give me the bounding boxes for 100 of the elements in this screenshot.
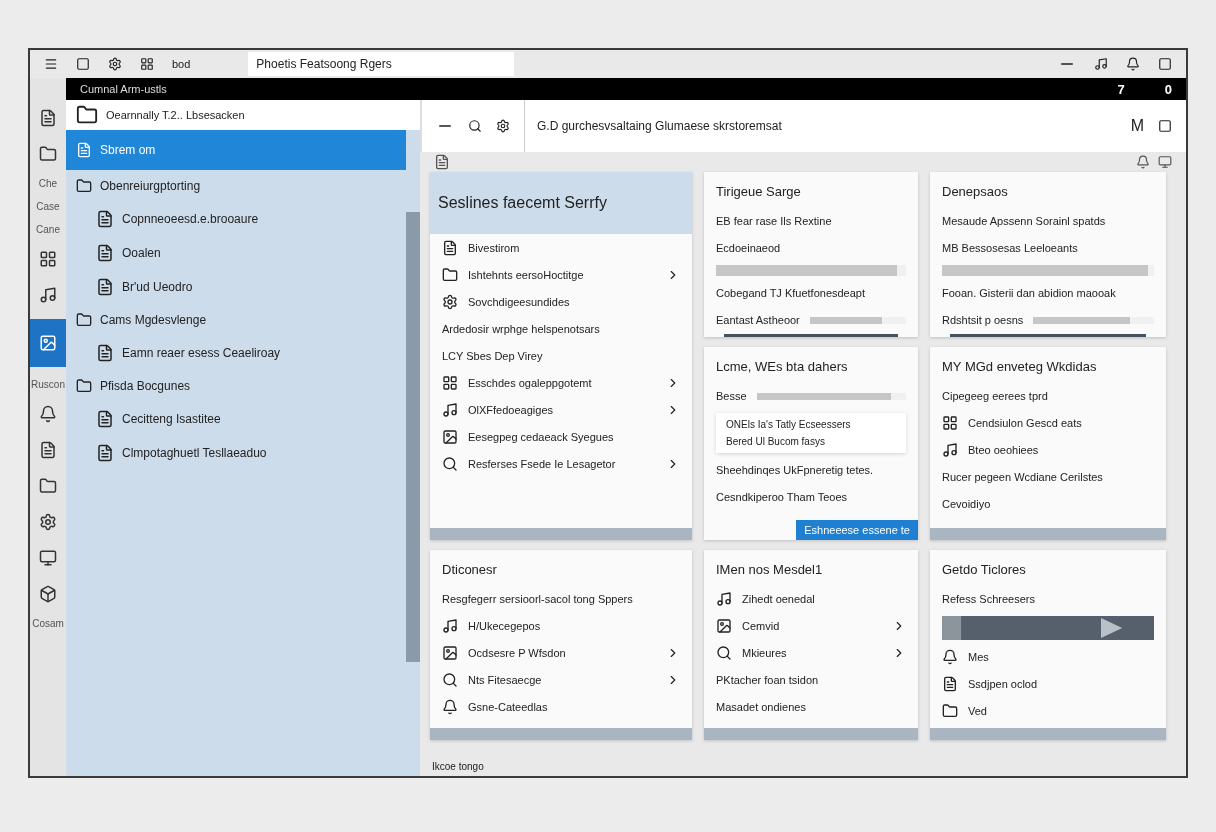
search-icon: [442, 456, 458, 472]
item-text: EB fear rase Ils Rextine: [716, 215, 832, 227]
item-text: Ecdoeinaeod: [716, 242, 781, 254]
item-label[interactable]: Ishtehnts eersoHoctitge: [468, 269, 584, 281]
item-label[interactable]: Mes: [968, 651, 989, 663]
rail-label: Ruscon: [31, 379, 65, 390]
item-label[interactable]: Cendsiulon Gescd eats: [968, 417, 1082, 429]
sidebar-item[interactable]: Eamn reaer esess Ceaeliroay: [66, 336, 406, 370]
title-field[interactable]: Phoetis Featsoong Rgers: [248, 52, 515, 76]
card-title: Lcme, WEs bta dahers: [716, 359, 848, 374]
item-text: Sheehdinqes UkFpneretig tetes.: [716, 464, 874, 476]
item-text: Mesaude Apssenn Sorainl spatds: [942, 215, 1106, 227]
grid-icon[interactable]: [140, 57, 154, 71]
sidebar-item[interactable]: Clmpotaghuetl Tesllaeaduo: [66, 436, 406, 470]
item-text: LCY Sbes Dep Virey: [442, 350, 543, 362]
item-text: Ardedosir wrphge helspenotsars: [442, 323, 600, 335]
panel-icon[interactable]: [1158, 119, 1172, 133]
strip-title: Cumnal Arm-ustls: [80, 83, 167, 95]
note-icon[interactable]: [1094, 57, 1108, 71]
item-label[interactable]: Sovchdigeesundides: [468, 296, 570, 308]
image-icon: [442, 645, 458, 661]
sidebar-item[interactable]: Obenreiurgptorting: [66, 170, 406, 202]
sidebar-item[interactable]: Copnneoeesd.e.brooaure: [66, 202, 406, 236]
item-label[interactable]: Mkieures: [742, 647, 787, 659]
cube-icon: [39, 585, 57, 603]
item-label[interactable]: Bteo oeohiees: [968, 444, 1039, 456]
settings-icon[interactable]: [496, 119, 510, 133]
music-note-icon: [716, 591, 732, 607]
strip-text: 0: [1164, 81, 1172, 97]
document-icon[interactable]: [434, 154, 450, 170]
bell-icon[interactable]: [1126, 57, 1140, 71]
maximize-icon[interactable]: [1158, 57, 1172, 71]
settings-icon: [39, 513, 57, 531]
item-label[interactable]: Cemvid: [742, 620, 780, 632]
music-note-icon: [39, 286, 57, 304]
sidebar-item[interactable]: Pfisda Bocgunes: [66, 370, 406, 402]
document-icon: [942, 676, 958, 692]
item-text: Fooan. Gisterii dan abidion maooak: [942, 287, 1116, 299]
bell-icon[interactable]: [1136, 155, 1150, 169]
item-text: PKtacher foan tsidon: [716, 674, 819, 686]
item-label[interactable]: H/Ukecegepos: [468, 620, 541, 632]
image-icon: [442, 429, 458, 445]
item-label[interactable]: Ocdsesre P Wfsdon: [468, 647, 566, 659]
document-icon: [96, 244, 114, 262]
document-icon: [442, 240, 458, 256]
info-text: Bered Ul Bucom fasys: [726, 436, 826, 447]
document-icon: [96, 344, 114, 362]
folder-icon: [39, 145, 57, 163]
search-icon: [442, 672, 458, 688]
sidebar-item[interactable]: Cecitteng Isastitee: [66, 402, 406, 436]
music-note-icon: [442, 402, 458, 418]
action-button[interactable]: Eshneeese essene te: [796, 520, 918, 540]
item-text: Besse: [716, 390, 747, 402]
address-field[interactable]: G.D gurchesvsaltaing Glumaese skrstoremsat: [524, 100, 1117, 152]
sidebar-item[interactable]: Sbrem om: [66, 130, 406, 170]
folder-icon: [442, 267, 458, 283]
card-title: Seslines faecemt Serrfy: [438, 194, 607, 212]
item-label[interactable]: OlXFfedoeagiges: [468, 404, 553, 416]
menu-icon[interactable]: [44, 57, 58, 71]
sidebar-item[interactable]: Ooalen: [66, 236, 406, 270]
settings-icon: [442, 294, 458, 310]
folder-icon: [942, 703, 958, 719]
document-icon: [96, 410, 114, 428]
card-title: Tirigeue Sarge: [716, 184, 801, 199]
bell-icon: [442, 699, 458, 715]
card-title: Dticonesr: [442, 562, 497, 577]
item-text: Rdshtsit p oesns: [942, 314, 1024, 326]
card-title: Getdo Ticlores: [942, 562, 1026, 577]
item-label[interactable]: Esschdes ogaleppgotemt: [468, 377, 592, 389]
item-label[interactable]: Eesegpeg cedaeack Syegues: [468, 431, 614, 443]
grid-icon: [39, 250, 57, 268]
item-text: Cesndkiperoo Tham Teoes: [716, 491, 848, 503]
strip-text: 7: [1117, 81, 1125, 97]
document-icon: [39, 441, 57, 459]
sidebar-item[interactable]: Cams Mgdesvlenge: [66, 304, 406, 336]
scrollbar[interactable]: [406, 212, 420, 662]
sidebar-item[interactable]: Br'ud Ueodro: [66, 270, 406, 304]
item-label[interactable]: Zihedt oenedal: [742, 593, 815, 605]
item-label[interactable]: Ssdjpen oclod: [968, 678, 1038, 690]
bell-icon: [942, 649, 958, 665]
item-label[interactable]: Resferses Fsede Ie Lesagetor: [468, 458, 616, 470]
item-text: Refess Schreesers: [942, 593, 1035, 605]
item-text: Resgfegerr sersioorl-sacol tong Sppers: [442, 593, 633, 605]
music-note-icon: [442, 618, 458, 634]
item-text: Eantast Astheoor: [716, 314, 800, 326]
card-title: IMen nos Mesdel1: [716, 562, 823, 577]
item-label[interactable]: Nts Fitesaecge: [468, 674, 542, 686]
monitor-icon[interactable]: [1158, 155, 1172, 169]
settings-icon[interactable]: [108, 57, 122, 71]
info-text: ONEls Ia's Tatly Ecseessers: [726, 419, 852, 430]
search-icon[interactable]: [468, 119, 482, 133]
bell-icon: [39, 405, 57, 423]
monitor-icon: [39, 549, 57, 567]
folder-icon: [76, 378, 92, 394]
item-label[interactable]: Ved: [968, 705, 987, 717]
window-icon[interactable]: [76, 57, 90, 71]
item-label[interactable]: Bivestirom: [468, 242, 520, 254]
document-icon: [39, 109, 57, 127]
item-label[interactable]: Gsne-Cateedlas: [468, 701, 548, 713]
grid-icon: [442, 375, 458, 391]
